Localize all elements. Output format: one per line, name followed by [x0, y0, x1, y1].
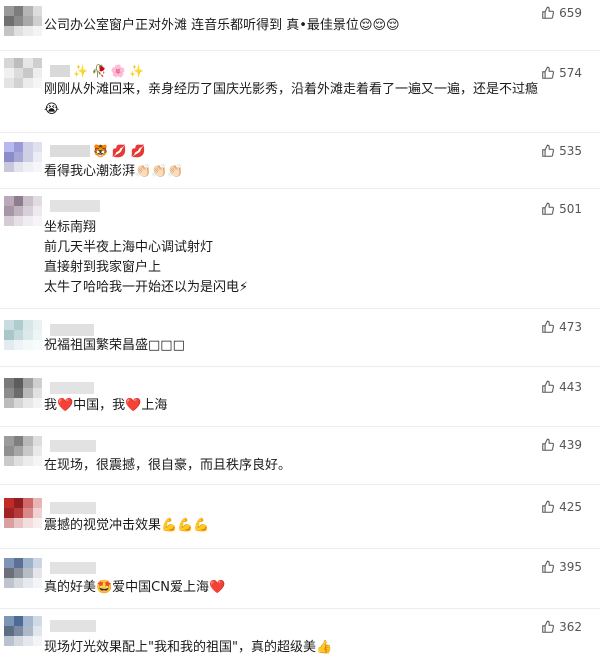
comment-item: 祝福祖国繁荣昌盛□□□ 473 — [0, 308, 600, 367]
comment-text: 刚刚从外滩回来，亲身经历了国庆光影秀，沿着外滩走着看了一遍又一遍，还是不过瘾 😭 — [44, 80, 538, 120]
avatar[interactable] — [4, 6, 42, 36]
username[interactable] — [50, 562, 96, 574]
comment-item: 真的好美🤩爱中国CN爱上海❤️ 395 — [0, 548, 600, 609]
thumbs-up-icon — [542, 66, 555, 79]
comment-item: 坐标南翔 前几天半夜上海中心调试射灯 直接射到我家窗户上 太牛了哈哈我一开始还以… — [0, 188, 600, 309]
thumbs-up-icon — [542, 6, 555, 19]
comment-text: 现场灯光效果配上"我和我的祖国"，真的超级美👍 — [44, 640, 333, 655]
like-count: 362 — [559, 620, 582, 634]
like-count: 659 — [559, 6, 582, 20]
like-button[interactable]: 574 — [541, 66, 582, 80]
comment-item: 现场灯光效果配上"我和我的祖国"，真的超级美👍 362 — [0, 608, 600, 662]
avatar[interactable] — [4, 378, 42, 408]
avatar[interactable] — [4, 320, 42, 350]
comment-text: 公司办公室窗户正对外滩 连音乐都听得到 真•最佳景位😌😌😌 — [44, 18, 400, 33]
comment-item: ✨ 🥀 🌸 ✨ 刚刚从外滩回来，亲身经历了国庆光影秀，沿着外滩走着看了一遍又一遍… — [0, 50, 600, 133]
comment-item: 在现场，很震撼，很自豪，而且秩序良好。 439 — [0, 426, 600, 485]
avatar[interactable] — [4, 436, 42, 466]
flexed-biceps-emoji: 💪💪💪 — [161, 518, 210, 533]
thumbs-up-icon — [542, 560, 555, 573]
username-emoji: ✨ 🥀 🌸 ✨ — [73, 64, 145, 78]
username[interactable] — [50, 440, 96, 452]
avatar[interactable] — [4, 196, 42, 226]
avatar[interactable] — [4, 142, 42, 172]
like-count: 535 — [559, 144, 582, 158]
avatar[interactable] — [4, 558, 42, 588]
like-count: 395 — [559, 560, 582, 574]
like-button[interactable]: 443 — [541, 380, 582, 394]
comment-text: 坐标南翔 前几天半夜上海中心调试射灯 直接射到我家窗户上 太牛了哈哈我一开始还以… — [44, 220, 249, 295]
like-count: 425 — [559, 500, 582, 514]
like-button[interactable]: 659 — [541, 6, 582, 20]
laughing-emoji: 😭 — [44, 102, 60, 117]
like-button[interactable]: 535 — [541, 144, 582, 158]
like-button[interactable]: 473 — [541, 320, 582, 334]
comment-text: 真的好美🤩爱中国CN爱上海❤️ — [44, 580, 226, 595]
username[interactable] — [50, 620, 96, 632]
username[interactable] — [50, 502, 96, 514]
username[interactable] — [50, 324, 94, 336]
like-button[interactable]: 395 — [541, 560, 582, 574]
username[interactable]: ✨ 🥀 🌸 ✨ — [50, 64, 144, 78]
like-count: 439 — [559, 438, 582, 452]
comment-text: 看得我心潮澎湃👏🏻👏🏻👏🏻 — [44, 164, 184, 179]
comment-list: 公司办公室窗户正对外滩 连音乐都听得到 真•最佳景位😌😌😌 659 ✨ 🥀 🌸 … — [0, 0, 600, 662]
comment-item: 🐯 💋 💋 看得我心潮澎湃👏🏻👏🏻👏🏻 535 — [0, 132, 600, 189]
thumbs-up-icon — [542, 500, 555, 513]
avatar[interactable] — [4, 58, 42, 88]
comment-item: 我❤️中国，我❤️上海 443 — [0, 366, 600, 427]
username-emoji: 🐯 💋 💋 — [93, 144, 146, 158]
comment-text: 我❤️中国，我❤️上海 — [44, 398, 168, 413]
like-count: 443 — [559, 380, 582, 394]
like-count: 501 — [559, 202, 582, 216]
relieved-emoji: 😌😌😌 — [358, 18, 400, 33]
username[interactable] — [50, 382, 94, 394]
thumbs-up-icon — [542, 620, 555, 633]
comment-text: 在现场，很震撼，很自豪，而且秩序良好。 — [44, 458, 292, 473]
like-count: 574 — [559, 66, 582, 80]
like-button[interactable]: 425 — [541, 500, 582, 514]
username[interactable]: 🐯 💋 💋 — [50, 144, 145, 158]
comment-item: 震撼的视觉冲击效果💪💪💪 425 — [0, 484, 600, 549]
clap-emoji: 👏🏻👏🏻👏🏻 — [135, 164, 184, 179]
like-count: 473 — [559, 320, 582, 334]
username[interactable] — [50, 200, 100, 212]
thumbs-up-icon — [542, 202, 555, 215]
avatar[interactable] — [4, 498, 42, 528]
thumbs-up-icon — [542, 438, 555, 451]
thumbs-up-icon — [542, 144, 555, 157]
avatar[interactable] — [4, 616, 42, 646]
thumbs-up-icon — [542, 380, 555, 393]
thumbs-up-icon — [542, 320, 555, 333]
like-button[interactable]: 439 — [541, 438, 582, 452]
comment-text: 震撼的视觉冲击效果💪💪💪 — [44, 518, 210, 533]
like-button[interactable]: 362 — [541, 620, 582, 634]
like-button[interactable]: 501 — [541, 202, 582, 216]
comment-text: 祝福祖国繁荣昌盛□□□ — [44, 338, 185, 353]
comment-item: 公司办公室窗户正对外滩 连音乐都听得到 真•最佳景位😌😌😌 659 — [0, 0, 600, 51]
